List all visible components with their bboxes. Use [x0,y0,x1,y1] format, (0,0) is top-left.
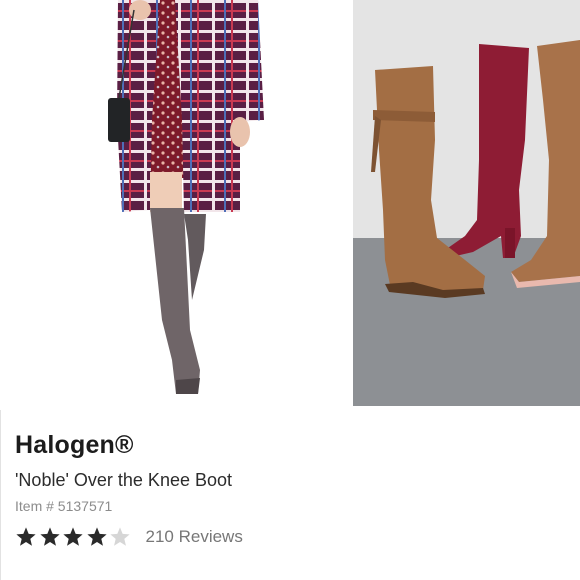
product-name: 'Noble' Over the Knee Boot [15,470,233,490]
model-wearing-grey-boots-photo[interactable] [0,0,352,410]
reviews-link[interactable]: 210 Reviews [146,525,243,549]
item-number: Item # 5137571 [15,498,113,514]
boots-illustration [353,0,580,406]
star-filled-icon [39,527,60,546]
product-info: Halogen® 'Noble' Over the Knee Boot Item… [15,428,565,550]
star-rating[interactable] [15,526,133,548]
star-filled-icon [63,527,83,546]
three-boots-product-photo[interactable] [353,0,580,406]
star-filled-icon [16,527,36,546]
star-empty-icon [110,527,130,546]
model-illustration [108,0,264,394]
star-filled-icon [86,527,107,546]
brand-name[interactable]: Halogen® [15,428,565,462]
product-image-gallery[interactable] [0,0,580,410]
rating-row[interactable]: 210 Reviews [15,524,565,550]
